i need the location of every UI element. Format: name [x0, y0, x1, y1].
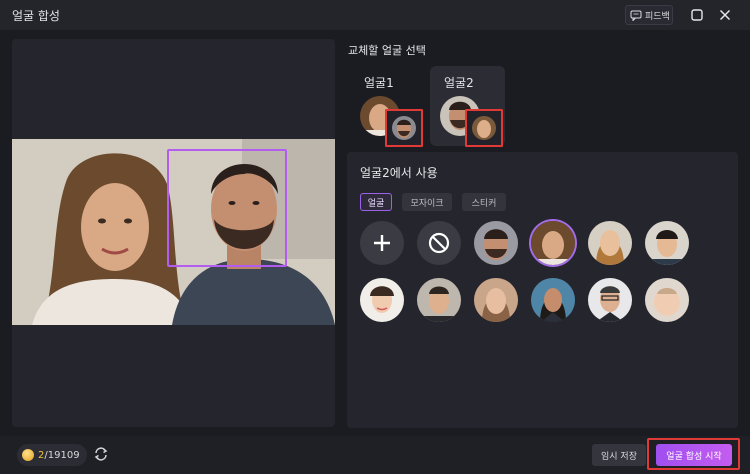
- add-face-button[interactable]: [360, 221, 404, 265]
- maximize-icon: [691, 9, 703, 21]
- refresh-button[interactable]: [93, 446, 109, 466]
- prohibit-icon: [428, 232, 450, 254]
- face-tab-2[interactable]: 얼굴2: [430, 66, 505, 147]
- face-preset[interactable]: [645, 221, 689, 265]
- face-2-swap-target[interactable]: [465, 109, 503, 147]
- face-preset-selected[interactable]: [531, 221, 575, 265]
- refresh-icon: [94, 447, 108, 461]
- category-tab-face[interactable]: 얼굴: [360, 193, 392, 211]
- feedback-label: 피드백: [645, 11, 670, 22]
- face-preset[interactable]: [474, 278, 518, 322]
- preview-photo: [12, 139, 335, 325]
- face-library-panel: 얼굴2에서 사용 얼굴 모자이크 스티커: [347, 152, 738, 428]
- coin-icon: [22, 449, 34, 461]
- face-1-replacement-thumbnail: [392, 116, 416, 140]
- preview-panel: [12, 39, 335, 427]
- credits-counter: 2 /19109: [17, 444, 87, 466]
- face-preset[interactable]: [360, 278, 404, 322]
- face-tab-label: 얼굴2: [444, 76, 474, 90]
- detected-face-frame[interactable]: [167, 149, 287, 267]
- face-tab-1[interactable]: 얼굴1: [350, 66, 425, 147]
- face-preset[interactable]: [531, 278, 575, 322]
- face-preset[interactable]: [474, 221, 518, 265]
- face-preset[interactable]: [417, 278, 461, 322]
- title-bar: 얼굴 합성 피드백: [0, 0, 750, 30]
- category-tab-sticker[interactable]: 스티커: [462, 193, 506, 211]
- no-face-button[interactable]: [417, 221, 461, 265]
- category-tab-mosaic[interactable]: 모자이크: [402, 193, 452, 211]
- face-1-swap-target[interactable]: [385, 109, 423, 147]
- face-2-replacement-thumbnail: [472, 116, 496, 140]
- face-tab-label: 얼굴1: [364, 76, 394, 90]
- credits-total: /19109: [44, 449, 80, 461]
- plus-icon: [374, 235, 390, 251]
- close-button[interactable]: [716, 6, 734, 24]
- section-title: 교체할 얼굴 선택: [348, 44, 426, 57]
- library-title: 얼굴2에서 사용: [360, 166, 438, 180]
- face-preset[interactable]: [588, 221, 632, 265]
- feedback-icon: [630, 10, 642, 21]
- feedback-button[interactable]: 피드백: [625, 5, 673, 25]
- temp-save-button[interactable]: 임시 저장: [592, 444, 646, 466]
- face-preset[interactable]: [588, 278, 632, 322]
- start-face-swap-button[interactable]: 얼굴 합성 시작: [656, 444, 732, 466]
- maximize-button[interactable]: [688, 6, 706, 24]
- face-preset[interactable]: [645, 278, 689, 322]
- close-icon: [719, 9, 731, 21]
- app-title: 얼굴 합성: [12, 9, 60, 23]
